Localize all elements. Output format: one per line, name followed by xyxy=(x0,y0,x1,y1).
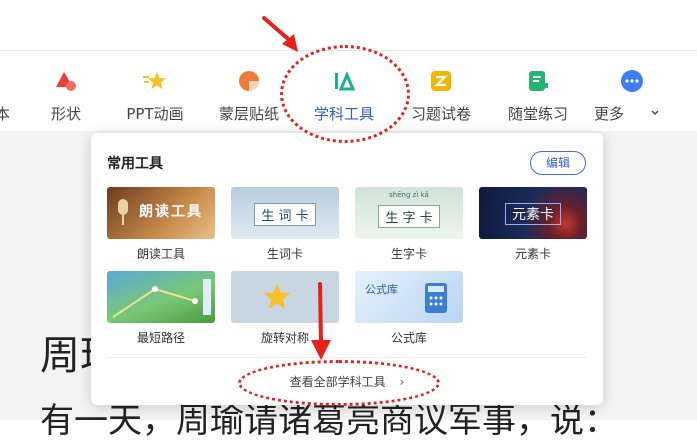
tool-thumbnail: 朗读工具 xyxy=(107,187,215,239)
ribbon-item-text[interactable]: 本 xyxy=(0,51,10,131)
ribbon-item-mask-sticker[interactable]: 蒙层贴纸 xyxy=(212,51,286,131)
annotation-oval-view-all xyxy=(238,360,440,406)
tool-label: 元素卡 xyxy=(514,247,551,261)
edit-button[interactable]: 编辑 xyxy=(530,151,586,175)
tool-thumbnail: shēng zì kǎ 生 字 卡 xyxy=(355,187,463,239)
tool-shortest-path[interactable]: 最短路径 xyxy=(107,271,215,347)
ribbon-item-label: 习题试卷 xyxy=(410,105,471,123)
annotation-arrow-icon xyxy=(262,16,298,52)
ribbon-item-label: 本 xyxy=(0,105,10,123)
path-illustration xyxy=(112,279,211,318)
tool-thumbnail: 公式库 xyxy=(355,271,463,323)
tool-formula-library[interactable]: 公式库 公式库 xyxy=(355,271,463,347)
more-icon xyxy=(621,70,643,92)
tool-label: 最短路径 xyxy=(136,331,185,345)
tool-thumbnail: 生 词 卡 xyxy=(231,187,339,239)
tool-label: 朗读工具 xyxy=(136,247,185,261)
ribbon-item-exercises[interactable]: 习题试卷 xyxy=(404,51,478,131)
ribbon-item-shape[interactable]: 形状 xyxy=(40,51,92,131)
ribbon-item-label: 蒙层贴纸 xyxy=(218,105,279,123)
sticker-icon xyxy=(239,71,259,91)
thumb-text: 生 词 卡 xyxy=(231,203,339,226)
practice-icon xyxy=(529,71,548,91)
tool-vocab-card[interactable]: 生 词 卡 生词卡 xyxy=(231,187,339,263)
tool-thumbnail xyxy=(107,271,215,323)
thumb-text: 生 字 卡 xyxy=(355,205,463,228)
ribbon-item-ppt-animation[interactable]: PPT动画 xyxy=(118,51,192,131)
top-bar xyxy=(0,0,697,51)
ribbon-item-label: PPT动画 xyxy=(126,105,184,123)
tool-thumbnail: 元素卡 xyxy=(479,187,587,239)
tool-label: 生词卡 xyxy=(266,247,303,261)
calculator-icon xyxy=(425,283,447,313)
thumb-text: 元素卡 xyxy=(479,203,587,225)
star-animation-icon xyxy=(143,72,166,89)
ribbon-item-more[interactable]: 更多 xyxy=(594,51,664,131)
annotation-oval-subject-tools xyxy=(280,45,410,143)
thumb-pinyin: shēng zì kǎ xyxy=(389,191,429,199)
tool-character-card[interactable]: shēng zì kǎ 生 字 卡 生字卡 xyxy=(355,187,463,263)
shape-icon xyxy=(56,72,76,91)
panel-title: 常用工具 xyxy=(107,156,163,172)
star-icon xyxy=(263,283,291,309)
tool-label: 生字卡 xyxy=(390,247,427,261)
tool-element-card[interactable]: 元素卡 元素卡 xyxy=(479,187,587,263)
ribbon-item-label: 更多 xyxy=(594,105,625,123)
thumb-text: 公式库 xyxy=(365,283,398,296)
annotation-arrow-icon xyxy=(311,282,331,360)
exercise-icon xyxy=(431,71,451,91)
ribbon-item-label: 形状 xyxy=(50,105,81,123)
chevron-down-icon[interactable] xyxy=(650,109,660,117)
tool-label: 公式库 xyxy=(390,331,427,345)
thumb-text: 朗读工具 xyxy=(139,204,203,220)
tool-read-aloud[interactable]: 朗读工具 朗读工具 xyxy=(107,187,215,263)
ribbon-item-practice[interactable]: 随堂练习 xyxy=(500,51,576,131)
ribbon-item-label: 随堂练习 xyxy=(507,105,568,123)
panel-divider xyxy=(107,357,587,358)
